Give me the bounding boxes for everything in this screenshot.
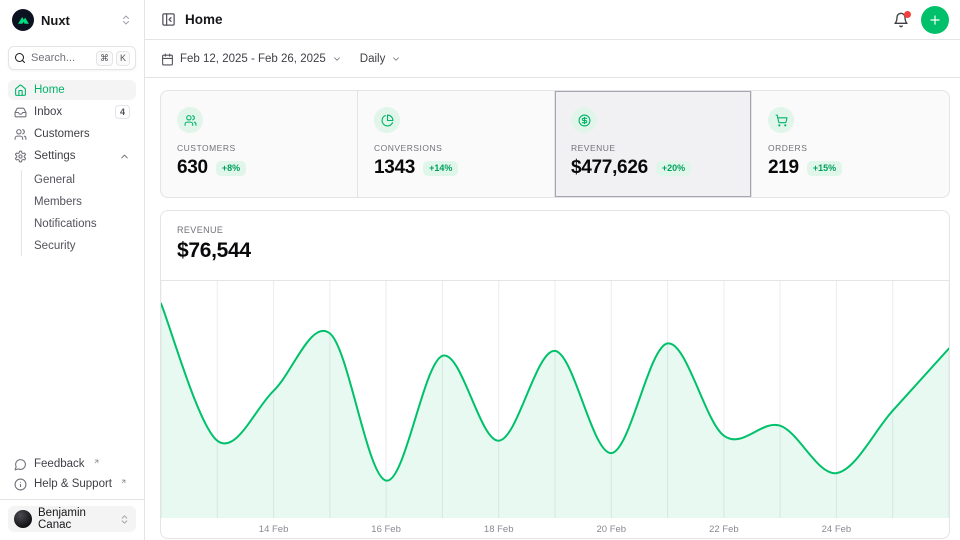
- pie-chart-icon: [374, 107, 400, 133]
- sidebar: Nuxt Search... ⌘ K Home Inbox 4 Cu: [0, 0, 145, 540]
- sidebar-collapse-button[interactable]: [161, 12, 176, 27]
- stat-card-customers[interactable]: CUSTOMERS 630 +8%: [161, 91, 358, 197]
- sidebar-item-inbox[interactable]: Inbox 4: [8, 102, 136, 122]
- user-avatar: [14, 510, 32, 528]
- stat-value: 1343: [374, 157, 415, 179]
- svg-text:16 Feb: 16 Feb: [371, 524, 401, 535]
- date-range-label: Feb 12, 2025 - Feb 26, 2025: [180, 53, 326, 65]
- sidebar-item-label: Customers: [34, 128, 90, 140]
- chevron-down-icon: [332, 54, 342, 64]
- sidebar-item-settings[interactable]: Settings: [8, 146, 136, 166]
- stat-label: CUSTOMERS: [177, 143, 341, 153]
- feedback-link[interactable]: Feedback: [8, 454, 136, 474]
- plus-icon: [928, 13, 942, 27]
- footer-link-label: Help & Support: [34, 478, 112, 490]
- stat-delta-badge: +14%: [423, 161, 458, 176]
- sub-item-label: General: [34, 174, 75, 186]
- stats-panel: CUSTOMERS 630 +8% CONVERSIONS 1343 +14% …: [160, 90, 950, 198]
- svg-text:24 Feb: 24 Feb: [822, 524, 852, 535]
- user-menu-button[interactable]: Benjamin Canac: [8, 506, 136, 532]
- external-link-icon: [93, 458, 100, 465]
- stat-value: 219: [768, 157, 799, 179]
- dashboard-app: Nuxt Search... ⌘ K Home Inbox 4 Cu: [0, 0, 960, 540]
- chart-title: REVENUE: [177, 225, 933, 235]
- filters-toolbar: Feb 12, 2025 - Feb 26, 2025 Daily: [145, 41, 960, 78]
- chart-header: REVENUE $76,544: [161, 211, 949, 281]
- workspace-switcher[interactable]: Nuxt: [8, 0, 136, 40]
- svg-text:22 Feb: 22 Feb: [709, 524, 739, 535]
- svg-text:18 Feb: 18 Feb: [484, 524, 514, 535]
- page-title: Home: [185, 12, 223, 27]
- cart-icon: [768, 107, 794, 133]
- calendar-icon: [161, 53, 174, 66]
- external-link-icon: [120, 478, 127, 485]
- sidebar-item-members[interactable]: Members: [22, 192, 136, 212]
- sidebar-nav: Home Inbox 4 Customers Settings General …: [8, 80, 136, 256]
- stat-delta-badge: +20%: [656, 161, 691, 176]
- search-placeholder: Search...: [31, 52, 75, 64]
- stat-delta-badge: +15%: [807, 161, 842, 176]
- main-header: Home: [145, 0, 960, 40]
- sidebar-item-notifications[interactable]: Notifications: [22, 214, 136, 234]
- chevron-up-down-icon: [120, 14, 132, 26]
- sub-item-label: Security: [34, 240, 76, 252]
- stat-label: REVENUE: [571, 143, 735, 153]
- header-actions: [893, 6, 949, 34]
- kbd-k-key: K: [116, 51, 130, 66]
- settings-submenu: General Members Notifications Security: [21, 170, 136, 256]
- sidebar-item-label: Home: [34, 84, 65, 96]
- date-range-button[interactable]: Feb 12, 2025 - Feb 26, 2025: [161, 53, 342, 66]
- chart-current-value: $76,544: [177, 239, 933, 263]
- users-icon: [14, 128, 27, 141]
- dollar-circle-icon: [571, 107, 597, 133]
- sidebar-footer: Feedback Help & Support Benjamin Canac: [8, 454, 136, 540]
- inbox-count-badge: 4: [115, 105, 130, 119]
- stat-delta-badge: +8%: [216, 161, 246, 176]
- footer-link-label: Feedback: [34, 458, 85, 470]
- nuxt-logo-icon: [12, 9, 34, 31]
- sub-item-label: Notifications: [34, 218, 97, 230]
- user-menu-row: Benjamin Canac: [0, 499, 144, 540]
- svg-text:20 Feb: 20 Feb: [597, 524, 627, 535]
- home-icon: [14, 84, 27, 97]
- sidebar-item-label: Settings: [34, 150, 76, 162]
- sidebar-item-customers[interactable]: Customers: [8, 124, 136, 144]
- panel-left-close-icon: [161, 12, 176, 27]
- chevron-up-down-icon: [119, 514, 130, 525]
- stat-label: ORDERS: [768, 143, 933, 153]
- period-label: Daily: [360, 53, 386, 65]
- chat-bubble-icon: [14, 458, 27, 471]
- chevron-up-icon: [119, 151, 130, 162]
- sidebar-item-home[interactable]: Home: [8, 80, 136, 100]
- svg-text:14 Feb: 14 Feb: [259, 524, 289, 535]
- search-icon: [14, 52, 26, 64]
- search-shortcut: ⌘ K: [96, 51, 130, 66]
- sidebar-item-label: Inbox: [34, 106, 62, 118]
- period-select[interactable]: Daily: [360, 53, 402, 65]
- inbox-icon: [14, 106, 27, 119]
- stat-value: 630: [177, 157, 208, 179]
- stat-card-orders[interactable]: ORDERS 219 +15%: [752, 91, 949, 197]
- users-icon: [177, 107, 203, 133]
- revenue-chart-card: REVENUE $76,544 14 Feb 16 Feb 18 Feb 20 Feb…: [160, 210, 950, 539]
- stat-value: $477,626: [571, 157, 648, 179]
- sidebar-item-general[interactable]: General: [22, 170, 136, 190]
- add-button[interactable]: [921, 6, 949, 34]
- search-input[interactable]: Search... ⌘ K: [8, 46, 136, 70]
- stat-card-revenue[interactable]: REVENUE $477,626 +20%: [555, 91, 752, 197]
- stat-card-conversions[interactable]: CONVERSIONS 1343 +14%: [358, 91, 555, 197]
- gear-icon: [14, 150, 27, 163]
- notifications-button[interactable]: [893, 12, 909, 28]
- notification-dot: [904, 11, 911, 18]
- stat-label: CONVERSIONS: [374, 143, 538, 153]
- sidebar-item-security[interactable]: Security: [22, 236, 136, 256]
- help-support-link[interactable]: Help & Support: [8, 474, 136, 494]
- user-name: Benjamin Canac: [38, 507, 113, 531]
- chevron-down-icon: [391, 54, 401, 64]
- sub-item-label: Members: [34, 196, 82, 208]
- workspace-name: Nuxt: [41, 13, 70, 28]
- revenue-area-chart[interactable]: 14 Feb 16 Feb 18 Feb 20 Feb 22 Feb 24 Feb: [161, 281, 949, 538]
- kbd-meta-key: ⌘: [96, 51, 113, 66]
- info-circle-icon: [14, 478, 27, 491]
